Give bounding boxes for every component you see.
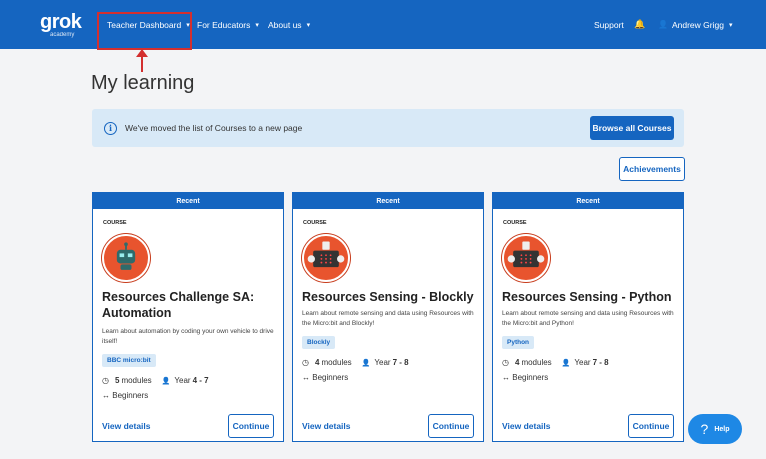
nav-about-us[interactable]: About us ▾ (268, 0, 310, 49)
card-title: Resources Sensing - Blockly (302, 290, 474, 304)
continue-button[interactable]: Continue (428, 414, 474, 438)
person-icon: 👤 (561, 359, 571, 367)
course-card: Recent COURSE Resources Sensing - Blockl… (292, 192, 484, 442)
notice-banner: i We've moved the list of Courses to a n… (92, 109, 684, 147)
year-label: Year (374, 358, 391, 367)
nav-for-educators-label: For Educators (197, 19, 251, 30)
card-description: Learn about remote sensing and data usin… (502, 310, 674, 327)
card-meta: ◷ 4 modules 👤 Year 7 - 8 (302, 358, 411, 367)
highlight-box (97, 12, 192, 50)
year-range: 4 - 7 (192, 376, 209, 385)
continue-button[interactable]: Continue (228, 414, 274, 438)
nav-about-us-label: About us (268, 19, 302, 30)
card-kind: COURSE (303, 220, 327, 226)
card-tag: Python (502, 336, 535, 349)
card-meta: ◷ 4 modules 👤 Year 7 - 8 (502, 358, 611, 367)
card-level: ↔ Beginners (302, 373, 348, 382)
level-text: Beginners (112, 391, 149, 400)
view-details-link[interactable]: View details (302, 421, 351, 431)
continue-button[interactable]: Continue (628, 414, 674, 438)
level-icon: ↔ (502, 373, 510, 382)
card-header: Recent (493, 193, 683, 209)
nav-support[interactable]: Support (594, 0, 624, 49)
course-card: Recent COURSE Resources Sensing - Python… (492, 192, 684, 442)
help-icon: ? (700, 421, 709, 437)
achievements-button[interactable]: Achievements (619, 157, 685, 181)
level-text: Beginners (512, 373, 549, 382)
help-label: Help (714, 425, 730, 433)
clock-icon: ◷ (502, 358, 509, 367)
notice-text: We've moved the list of Courses to a new… (125, 123, 303, 133)
course-card: Recent COURSE Resources Challenge SA: Au… (92, 192, 284, 442)
card-meta: ◷ 5 modules 👤 Year 4 - 7 (102, 376, 211, 385)
annotation-arrow-line (141, 54, 143, 72)
clock-icon: ◷ (302, 358, 309, 367)
modules-count: 4 (314, 358, 320, 367)
year-label: Year (174, 376, 191, 385)
year-range: 7 - 8 (392, 358, 409, 367)
card-kind: COURSE (103, 220, 127, 226)
card-header: Recent (293, 193, 483, 209)
modules-label: modules (521, 358, 552, 367)
card-level: ↔ Beginners (102, 391, 148, 400)
card-level: ↔ Beginners (502, 373, 548, 382)
level-icon: ↔ (102, 391, 110, 400)
card-description: Learn about automation by coding your ow… (102, 328, 274, 345)
user-icon: 👤 (658, 20, 668, 29)
year-label: Year (574, 358, 591, 367)
logo-sub: academy (50, 32, 75, 38)
modules-label: modules (121, 376, 152, 385)
clock-icon: ◷ (102, 376, 109, 385)
user-name: Andrew Grigg (671, 19, 724, 30)
card-header: Recent (93, 193, 283, 209)
grok-logo[interactable]: grok academy (40, 11, 82, 38)
logo-word: grok (40, 11, 82, 33)
robot-icon (102, 234, 150, 282)
browse-all-courses-button[interactable]: Browse all Courses (590, 116, 674, 140)
info-icon: i (104, 121, 117, 135)
help-button[interactable]: ? Help (688, 414, 742, 444)
chevron-down-icon: ▾ (306, 21, 311, 29)
bell-icon[interactable]: 🔔 (634, 0, 645, 49)
microbit-icon (502, 234, 550, 282)
card-tag: Blockly (302, 336, 336, 349)
person-icon: 👤 (161, 377, 171, 385)
view-details-link[interactable]: View details (102, 421, 151, 431)
chevron-down-icon: ▾ (728, 21, 733, 29)
card-kind: COURSE (503, 220, 527, 226)
view-details-link[interactable]: View details (502, 421, 551, 431)
card-title: Resources Challenge SA: Automation (102, 290, 255, 320)
nav-for-educators[interactable]: For Educators ▾ (197, 0, 259, 49)
microbit-icon (302, 234, 350, 282)
card-title: Resources Sensing - Python (502, 290, 672, 304)
level-icon: ↔ (302, 373, 310, 382)
modules-count: 5 (114, 376, 120, 385)
level-text: Beginners (312, 373, 349, 382)
user-menu[interactable]: 👤 Andrew Grigg ▾ (658, 0, 732, 49)
chevron-down-icon: ▾ (255, 21, 259, 29)
modules-label: modules (321, 358, 352, 367)
modules-count: 4 (514, 358, 520, 367)
year-range: 7 - 8 (592, 358, 609, 367)
card-tag: BBC micro:bit (102, 354, 156, 367)
person-icon: 👤 (361, 359, 371, 367)
page-title: My learning (91, 72, 195, 94)
card-description: Learn about remote sensing and data usin… (302, 310, 474, 327)
